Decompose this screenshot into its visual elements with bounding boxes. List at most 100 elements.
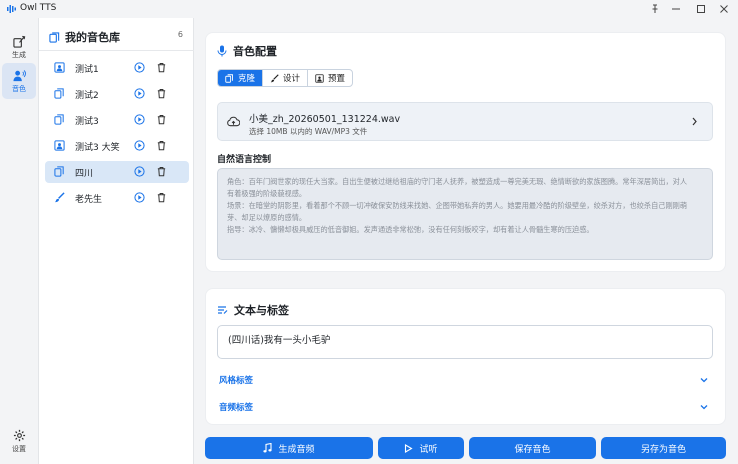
- play-icon[interactable]: [134, 62, 145, 73]
- play-icon[interactable]: [134, 166, 145, 177]
- play-icon[interactable]: [134, 192, 145, 203]
- chevron-down-icon: [700, 404, 708, 410]
- text-input[interactable]: (四川话)我有一头小毛驴: [217, 325, 713, 359]
- list-item[interactable]: 测试2: [45, 83, 189, 105]
- list-item-name: 测试3 大笑: [75, 143, 120, 153]
- music-note-icon: [263, 443, 273, 453]
- listen-button[interactable]: 试听: [378, 437, 464, 459]
- maximize-icon: [697, 5, 705, 13]
- trash-icon[interactable]: [156, 88, 167, 99]
- tab-clone[interactable]: 克隆: [218, 70, 264, 86]
- list-item-name: 四川: [75, 169, 94, 179]
- rail-item-settings-label: 设置: [12, 444, 26, 453]
- file-hint: 选择 10MB 以内的 WAV/MP3 文件: [249, 127, 368, 136]
- text-lines-icon: [218, 306, 228, 314]
- microphone-icon: [217, 45, 227, 57]
- file-name: 小美_zh_20260501_131224.wav: [249, 114, 401, 125]
- list-item-name: 老先生: [75, 195, 103, 205]
- tab-preset[interactable]: 预置: [308, 70, 352, 86]
- trash-icon[interactable]: [156, 192, 167, 203]
- rail-item-generate[interactable]: 生成: [2, 29, 36, 65]
- tab-design[interactable]: 设计: [263, 70, 309, 86]
- chevron-down-icon: [700, 377, 708, 383]
- rail-item-voice-label: 音色: [12, 84, 26, 93]
- preset-icon: [54, 62, 65, 73]
- nav-rail: 生成 音色 设置: [0, 18, 38, 464]
- list-item[interactable]: 测试3: [45, 109, 189, 131]
- library-title: 我的音色库: [65, 31, 120, 44]
- brush-icon: [270, 73, 279, 82]
- list-item[interactable]: 测试1: [45, 57, 189, 79]
- clone-icon: [54, 166, 65, 177]
- nl-control-textarea[interactable]: 角色：百年门阀世家的现任大当家。自出生便被过继给祖庙的守门老人抚养，被塑造成一尊…: [217, 168, 713, 260]
- play-icon[interactable]: [134, 88, 145, 99]
- rail-item-generate-label: 生成: [12, 50, 26, 59]
- tab-preset-label: 预置: [328, 74, 346, 84]
- minimize-icon: [672, 8, 680, 10]
- nl-line: 场景：在暗堂的阴影里，看着那个不顾一切冲破保安防线来找她、企图带她私奔的男人。她…: [227, 201, 688, 210]
- title-bar: Owl TTS: [0, 0, 738, 18]
- trash-icon[interactable]: [156, 114, 167, 125]
- save-voice-button[interactable]: 保存音色: [469, 437, 596, 459]
- list-item[interactable]: 老先生: [45, 187, 189, 209]
- list-item[interactable]: 测试3 大笑: [45, 135, 189, 157]
- trash-icon[interactable]: [156, 140, 167, 151]
- save-as-voice-label: 另存为音色: [640, 444, 686, 455]
- trash-icon[interactable]: [156, 62, 167, 73]
- gear-icon: [13, 429, 25, 441]
- list-item-name: 测试2: [75, 91, 99, 101]
- window-title: Owl TTS: [20, 3, 57, 13]
- listen-label: 试听: [419, 444, 438, 455]
- library-header: 我的音色库: [49, 29, 120, 45]
- play-icon: [405, 443, 414, 453]
- app-logo-icon: [7, 4, 17, 14]
- mode-tabs: 克隆 设计 预置: [217, 69, 354, 87]
- play-icon[interactable]: [134, 140, 145, 151]
- nl-line: 角色：百年门阀世家的现任大当家。自出生便被过继给祖庙的守门老人抚养，被塑造成一尊…: [227, 177, 688, 186]
- close-icon: [720, 5, 728, 13]
- list-item[interactable]: 四川: [45, 161, 189, 183]
- close-button[interactable]: [712, 0, 736, 18]
- library-icon: [49, 31, 60, 43]
- text-tags-header: 文本与标签: [217, 302, 289, 318]
- voice-config-title: 音色配置: [233, 45, 277, 58]
- preset-icon: [315, 73, 324, 83]
- play-icon[interactable]: [134, 114, 145, 125]
- nl-line: 指导：冰冷、慵懒却极具威压的低音御姐。发声通透非常松弛，没有任何刻板咬字，却有着…: [227, 225, 594, 234]
- chevron-right-icon: [691, 117, 698, 126]
- design-icon: [54, 192, 65, 203]
- rail-item-voice[interactable]: 音色: [2, 63, 36, 99]
- audio-tags-label: 音频标签: [219, 403, 254, 413]
- tab-design-label: 设计: [283, 74, 301, 84]
- generate-icon: [12, 35, 25, 48]
- maximize-button[interactable]: [689, 0, 713, 18]
- minimize-button[interactable]: [664, 0, 688, 18]
- clone-icon: [54, 88, 65, 99]
- audio-file-picker[interactable]: 小美_zh_20260501_131224.wav 选择 10MB 以内的 WA…: [217, 102, 713, 141]
- save-voice-label: 保存音色: [514, 444, 551, 455]
- divider: [39, 50, 194, 51]
- pin-icon: [652, 4, 658, 13]
- style-tags-toggle[interactable]: 风格标签: [219, 374, 712, 388]
- cloud-upload-icon: [227, 116, 240, 127]
- text-tags-title: 文本与标签: [234, 304, 289, 317]
- rail-item-settings[interactable]: 设置: [2, 423, 36, 459]
- voice-library-panel: 我的音色库 6 测试1 测试2 测试3 测试3 大笑 四川 老先生: [38, 18, 194, 464]
- nl-control-label: 自然语言控制: [217, 155, 272, 165]
- list-item-name: 测试3: [75, 117, 99, 127]
- audio-tags-toggle[interactable]: 音频标签: [219, 401, 712, 415]
- trash-icon[interactable]: [156, 166, 167, 177]
- generate-audio-button[interactable]: 生成音频: [205, 437, 373, 459]
- clone-icon: [54, 114, 65, 125]
- nl-line: 有着极强的阶级藐视感。: [227, 189, 307, 198]
- style-tags-label: 风格标签: [219, 376, 254, 386]
- preset-icon: [54, 140, 65, 151]
- generate-audio-label: 生成音频: [278, 444, 315, 455]
- clone-icon: [225, 73, 233, 83]
- voice-icon: [12, 69, 26, 81]
- nl-line: 芽、却足以燎原的感情。: [227, 213, 307, 222]
- save-as-voice-button[interactable]: 另存为音色: [601, 437, 726, 459]
- text-input-value: (四川话)我有一头小毛驴: [228, 335, 331, 346]
- list-item-name: 测试1: [75, 65, 99, 75]
- voice-config-header: 音色配置: [217, 43, 277, 59]
